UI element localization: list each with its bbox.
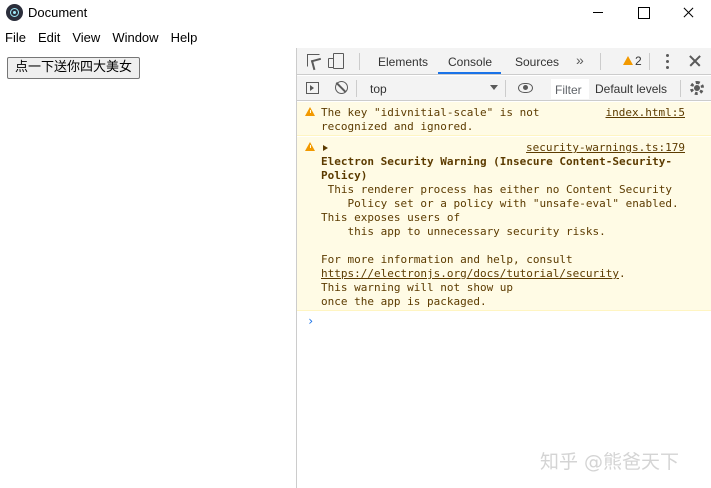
source-link[interactable]: index.html:5 [606,106,685,120]
warning-counter[interactable]: 2 [623,54,642,68]
expand-arrow-icon[interactable] [323,145,328,151]
tab-divider [359,53,360,70]
sidebar-toggle-icon[interactable] [306,82,319,94]
message-text: The key "idivnitial-scale" is not recogn… [321,106,540,133]
tab-console[interactable]: Console [448,55,492,69]
menu-help[interactable]: Help [171,28,198,48]
inspect-element-icon[interactable] [307,54,320,67]
watermark: 知乎 @熊爸天下 [540,451,680,473]
minimize-button[interactable] [575,0,621,26]
console-toolbar: top Default levels [297,76,711,101]
tab-sources[interactable]: Sources [515,55,559,69]
console-prompt-icon[interactable]: › [307,314,314,328]
gift-button[interactable]: 点一下送你四大美女 [7,57,141,79]
devtools-tab-bar: Elements Console Sources » 2 [297,48,711,75]
toolbar-divider [356,80,357,97]
log-levels-dropdown[interactable]: Default levels [595,82,667,96]
warning-icon [305,142,315,151]
warning-count: 2 [635,54,642,68]
more-tabs-icon[interactable]: » [576,52,584,68]
live-expression-eye-icon[interactable] [518,83,533,93]
tab-divider [649,53,650,70]
active-tab-indicator [438,72,501,74]
menu-view[interactable]: View [72,28,100,48]
menu-bar: File Edit View Window Help [0,28,209,48]
warning-icon [623,56,633,65]
security-docs-link[interactable]: https://electronjs.org/docs/tutorial/sec… [321,267,619,280]
device-toolbar-icon[interactable] [328,53,344,69]
menu-edit[interactable]: Edit [38,28,60,48]
kebab-menu-icon[interactable] [666,54,669,69]
electron-app-icon [6,4,23,21]
maximize-button[interactable] [620,0,666,26]
close-devtools-icon[interactable] [689,55,701,67]
toolbar-divider [505,80,506,97]
console-output: The key "idivnitial-scale" is not recogn… [297,102,711,488]
toolbar-divider [680,80,681,97]
menu-window[interactable]: Window [112,28,158,48]
tab-elements[interactable]: Elements [378,55,428,69]
context-value: top [370,82,387,96]
context-selector[interactable]: top [365,81,500,97]
title-bar: Document [0,0,711,26]
gear-icon[interactable] [690,81,704,95]
menu-file[interactable]: File [5,28,26,48]
tab-divider [600,53,601,70]
filter-input[interactable] [553,81,589,98]
clear-console-icon[interactable] [335,81,348,94]
devtools-panel: Elements Console Sources » 2 top Default… [296,48,711,488]
chevron-down-icon [490,85,498,90]
window-title: Document [28,5,88,20]
source-link[interactable]: security-warnings.ts:179 [526,141,685,155]
close-window-button[interactable] [665,0,711,26]
message-text: Electron Security Warning (Insecure Cont… [321,155,679,308]
console-warning-message: security-warnings.ts:179 Electron Securi… [297,137,711,311]
console-warning-message: The key "idivnitial-scale" is not recogn… [297,102,711,136]
warning-icon [305,107,315,116]
